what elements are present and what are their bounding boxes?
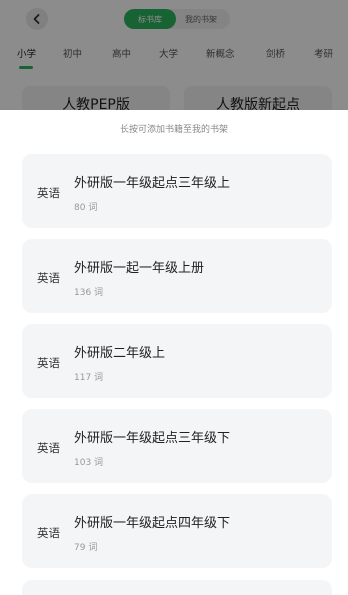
book-title: 外研版一年级起点三年级下 — [74, 431, 231, 446]
word-count: 79 词 — [74, 543, 98, 553]
book-title: 外研版一年级起点四年级下 — [74, 516, 231, 531]
book-subject: 英语 — [37, 526, 60, 540]
book-title: 外研版一年级起点三年级上 — [74, 176, 231, 191]
word-count: 80 词 — [74, 203, 98, 213]
book-subject: 英语 — [37, 271, 60, 285]
word-count: 117 词 — [74, 373, 104, 383]
book-item[interactable]: 英语 外研版一年级起点四年级下 79 词 — [22, 494, 332, 568]
book-subject: 英语 — [37, 186, 60, 200]
book-subject: 英语 — [37, 356, 60, 370]
background-app: 标书库 我的书架 小学 初中 高中 大学 新概念 剑桥 考研 人教PEP版 人教… — [0, 0, 348, 126]
book-list-sheet: 长按可添加书籍至我的书架 英语 外研版一年级起点三年级上 80 词 英语 外研版… — [0, 110, 348, 595]
book-item[interactable]: 英语 外研版一起一年级上册 136 词 — [22, 239, 332, 313]
book-item[interactable]: 英语 外研版二年级上 117 词 — [22, 324, 332, 398]
sheet-hint: 长按可添加书籍至我的书架 — [119, 125, 228, 135]
word-count: 136 词 — [74, 288, 104, 298]
book-item-partial[interactable] — [22, 580, 332, 595]
book-item[interactable]: 英语 外研版一年级起点三年级下 103 词 — [22, 409, 332, 483]
word-count: 103 词 — [74, 458, 104, 468]
modal-overlay[interactable] — [0, 0, 348, 110]
book-title: 外研版二年级上 — [74, 346, 166, 361]
book-subject: 英语 — [37, 441, 60, 455]
book-item[interactable]: 英语 外研版一年级起点三年级上 80 词 — [22, 154, 332, 228]
book-title: 外研版一起一年级上册 — [74, 261, 205, 276]
